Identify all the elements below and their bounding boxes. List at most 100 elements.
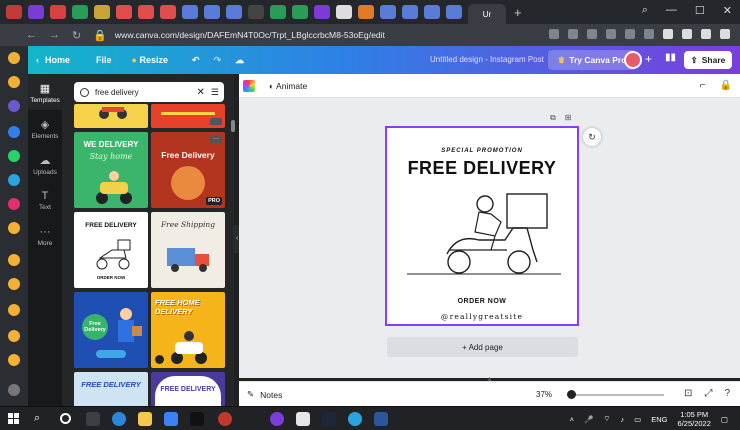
template-thumbnail[interactable]: Free Delivery ··· PRO (151, 132, 225, 208)
headline-text[interactable]: FREE DELIVERY (387, 158, 577, 179)
browser-tab[interactable] (336, 5, 352, 19)
filter-icon[interactable]: ☰ (211, 87, 219, 98)
app-icon[interactable] (270, 412, 284, 426)
browser-tab[interactable] (138, 5, 154, 19)
rail-item-elements[interactable]: ◈ Elements (28, 118, 62, 140)
add-page-button[interactable]: + Add page (387, 337, 578, 357)
chevron-up-icon[interactable]: ˄ (570, 415, 574, 424)
page-count-icon[interactable]: ⊡ (684, 388, 692, 399)
browser-tab[interactable] (446, 5, 462, 19)
template-thumbnail[interactable] (74, 104, 148, 128)
rail-item-uploads[interactable]: ☁ Uploads (28, 154, 62, 176)
telegram-icon[interactable] (8, 174, 20, 186)
maximize-icon[interactable]: ☐ (695, 4, 705, 17)
battery-icon[interactable]: ▭ (634, 415, 641, 424)
browser-tab[interactable] (314, 5, 330, 19)
task-view-icon[interactable] (60, 413, 71, 424)
browser-tab[interactable] (28, 5, 44, 19)
help-icon[interactable]: ? (724, 388, 730, 399)
browser-tab[interactable] (270, 5, 286, 19)
screenshot-icon[interactable] (568, 29, 578, 39)
windows-start-icon[interactable] (8, 413, 19, 424)
browser-tab[interactable] (380, 5, 396, 19)
more-icon[interactable] (8, 384, 20, 396)
app-icon[interactable] (296, 412, 310, 426)
app-icon[interactable] (190, 412, 204, 426)
extension-icon[interactable] (682, 29, 692, 39)
template-thumbnail[interactable]: FREE HOME DELIVERY (151, 292, 225, 368)
microphone-icon[interactable]: 🎤 (584, 415, 593, 424)
instagram-icon[interactable] (8, 198, 20, 210)
lock-icon[interactable]: 🔒 (720, 80, 732, 91)
new-tab-button[interactable]: + (514, 5, 522, 20)
try-canva-pro-button[interactable]: ♛ Try Canva Pro (548, 50, 636, 70)
browser-tab[interactable] (6, 5, 22, 19)
sidebar-app-icon[interactable] (8, 76, 20, 88)
rail-item-templates[interactable]: ▦ Templates (28, 74, 62, 110)
browser-tab[interactable] (50, 5, 66, 19)
opera-icon[interactable] (218, 412, 232, 426)
share-button[interactable]: ⇪ Share (684, 51, 732, 69)
back-icon[interactable]: ← (26, 29, 37, 41)
url-field[interactable]: www.canva.com/design/DAFEmN4T0Oc/Trpt_LB… (115, 30, 385, 40)
template-thumbnail[interactable]: FREE DELIVERY ORDER NOW (74, 212, 148, 288)
sidebar-app-icon[interactable] (8, 52, 20, 64)
zoom-slider-handle[interactable] (567, 390, 576, 399)
add-page-icon[interactable]: ⊞ (565, 113, 572, 123)
browser-tab[interactable] (160, 5, 176, 19)
design-title[interactable]: Untitled design - Instagram Post (430, 55, 544, 64)
more-options-icon[interactable]: ··· (210, 135, 222, 143)
browser-tab[interactable] (116, 5, 132, 19)
refresh-design-icon[interactable]: ↻ (583, 128, 601, 146)
edge-icon[interactable] (112, 412, 126, 426)
fullscreen-icon[interactable]: ⤢ (704, 388, 712, 399)
browser-tab[interactable] (226, 5, 242, 19)
scooter-line-illustration[interactable] (387, 184, 581, 294)
template-thumbnail[interactable]: WE DELIVERY Stay home (74, 132, 148, 208)
browser-tab[interactable] (94, 5, 110, 19)
file-menu[interactable]: File (96, 55, 112, 65)
steam-icon[interactable] (322, 412, 336, 426)
active-browser-tab[interactable]: Ur (468, 4, 506, 24)
sidebar-app-icon[interactable] (8, 254, 20, 266)
messenger-icon[interactable] (8, 126, 20, 138)
clock[interactable]: 1:05 PM 6/25/2022 (678, 410, 711, 428)
add-collaborator-icon[interactable]: + (645, 52, 652, 66)
color-picker-icon[interactable] (243, 80, 255, 92)
browser-tab[interactable] (402, 5, 418, 19)
template-search-input[interactable]: free delivery ✕ ☰ (74, 82, 224, 102)
home-button[interactable]: ‹ Home (36, 55, 70, 65)
extension-icon[interactable] (606, 29, 616, 39)
clear-search-icon[interactable]: ✕ (197, 87, 205, 98)
close-icon[interactable]: ✕ (723, 4, 732, 17)
extension-icon[interactable] (644, 29, 654, 39)
template-thumbnail[interactable]: Free Shipping (151, 212, 225, 288)
undo-icon[interactable]: ↶ (192, 55, 200, 66)
cloud-save-icon[interactable]: ☁ (235, 55, 244, 66)
minimize-icon[interactable]: — (666, 4, 677, 17)
rail-item-text[interactable]: T Text (28, 190, 62, 211)
bookmark-icon[interactable] (587, 29, 597, 39)
zoom-slider-track[interactable] (569, 394, 664, 396)
notification-icon[interactable]: ▢ (721, 415, 728, 424)
resize-button[interactable]: ● Resize (132, 55, 168, 65)
rail-item-more[interactable]: ··· More (28, 226, 62, 247)
avatar[interactable] (624, 51, 642, 69)
sidebar-app-icon[interactable] (8, 278, 20, 290)
settings-icon[interactable] (8, 354, 20, 366)
website-text[interactable]: @reallygreatsite (387, 312, 577, 321)
search-icon[interactable]: ⌕ (34, 412, 48, 426)
widgets-icon[interactable] (86, 412, 100, 426)
redo-icon[interactable]: ↷ (214, 55, 222, 66)
sidebar-app-icon[interactable] (8, 100, 20, 112)
template-thumbnail[interactable] (151, 104, 225, 128)
telegram-icon[interactable] (348, 412, 362, 426)
language-indicator[interactable]: ENG (651, 415, 667, 424)
notes-button[interactable]: ✎ Notes (247, 389, 282, 400)
whatsapp-icon[interactable] (8, 150, 20, 162)
share-page-icon[interactable] (549, 29, 559, 39)
extension-icon[interactable] (625, 29, 635, 39)
special-promotion-text[interactable]: SPECIAL PROMOTION (387, 148, 577, 154)
sidebar-app-icon[interactable] (8, 330, 20, 342)
template-thumbnail[interactable]: FREE DELIVERY (74, 372, 148, 406)
